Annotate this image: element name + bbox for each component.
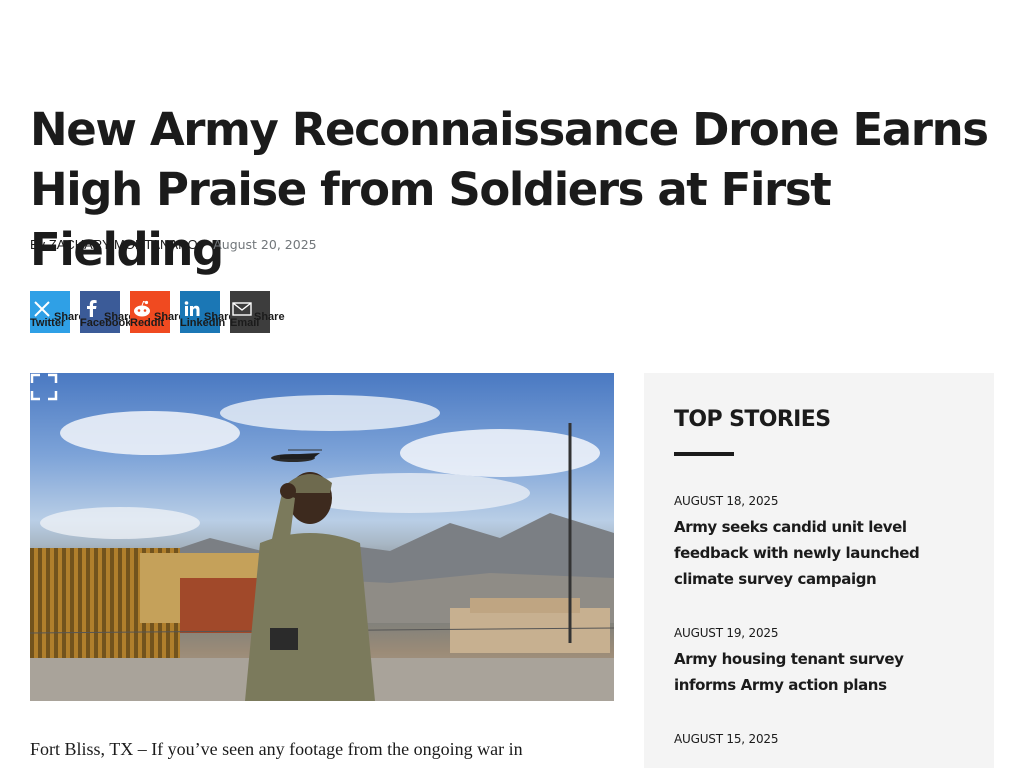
share-buttons: Share Twitter Share Facebook Share Reddi… xyxy=(30,291,285,333)
share-network-name: Facebook xyxy=(80,317,132,329)
share-twitter-button[interactable]: Share Twitter xyxy=(30,291,85,333)
share-linkedin-button[interactable]: Share LinkedIn xyxy=(180,291,235,333)
byline: By ZACHARY MONTANARO August 20, 2025 xyxy=(30,237,317,252)
publish-date: August 20, 2025 xyxy=(213,237,317,252)
share-email-button[interactable]: Share Email xyxy=(230,291,285,333)
story-date: AUGUST 15, 2025 xyxy=(674,732,779,746)
hero-image[interactable] xyxy=(30,373,614,701)
share-facebook-button[interactable]: Share Facebook xyxy=(80,291,135,333)
expand-icon[interactable] xyxy=(30,373,58,401)
hero-photo-illustration xyxy=(30,395,614,701)
top-stories-sidebar: TOP STORIES AUGUST 18, 2025 Army seeks c… xyxy=(644,373,994,768)
story-item: AUGUST 18, 2025 Army seeks candid unit l… xyxy=(674,494,964,592)
share-network-name: Twitter xyxy=(30,317,66,329)
sidebar-title-underline xyxy=(674,452,734,456)
story-date: AUGUST 19, 2025 xyxy=(674,626,779,640)
share-network-name: LinkedIn xyxy=(180,317,226,329)
sidebar-title: TOP STORIES xyxy=(674,407,831,432)
author-link[interactable]: ZACHARY MONTANARO xyxy=(49,237,198,252)
share-reddit-button[interactable]: Share Reddit xyxy=(130,291,185,333)
article-headline: New Army Reconnaissance Drone Earns High… xyxy=(30,103,989,276)
byline-prefix: By xyxy=(30,237,46,252)
story-item: AUGUST 19, 2025 Army housing tenant surv… xyxy=(674,626,964,698)
share-network-name: Email xyxy=(230,317,260,329)
story-date: AUGUST 18, 2025 xyxy=(674,494,779,508)
story-item: AUGUST 15, 2025 xyxy=(674,732,964,746)
story-link[interactable]: Army housing tenant survey informs Army … xyxy=(674,646,964,698)
share-network-name: Reddit xyxy=(130,317,165,329)
article-body-paragraph: Fort Bliss, TX – If you’ve seen any foot… xyxy=(30,739,523,759)
story-link[interactable]: Army seeks candid unit level feedback wi… xyxy=(674,514,964,592)
